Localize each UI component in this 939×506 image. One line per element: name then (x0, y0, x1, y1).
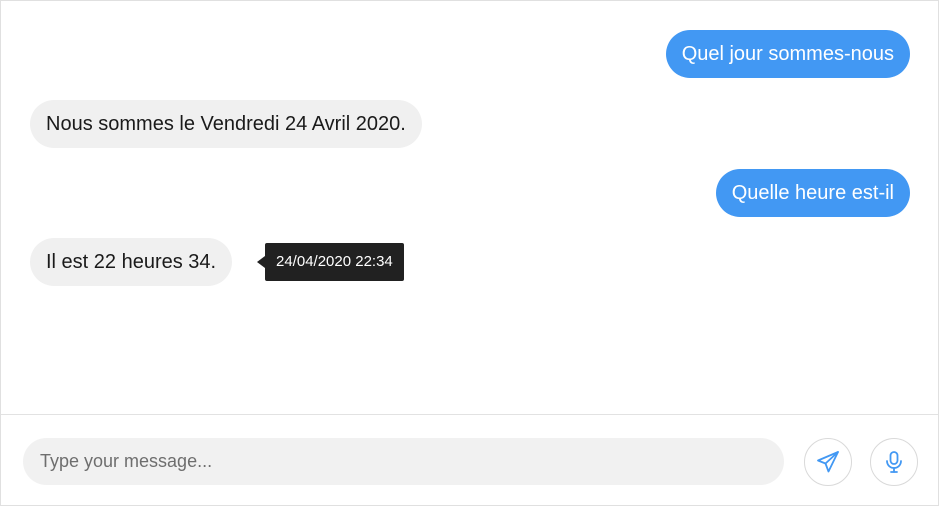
microphone-button[interactable] (870, 438, 918, 486)
paper-plane-icon (816, 450, 840, 474)
user-message-bubble: Quelle heure est-il (715, 169, 910, 217)
send-button[interactable] (804, 438, 852, 486)
message-list: Quel jour sommes-nous Nous sommes le Ven… (1, 1, 938, 415)
user-message-bubble: Quel jour sommes-nous (665, 30, 910, 78)
bot-message-bubble[interactable]: Il est 22 heures 34. (30, 238, 233, 286)
bot-message-bubble: Nous sommes le Vendredi 24 Avril 2020. (30, 100, 422, 148)
microphone-icon (883, 450, 905, 474)
message-composer (1, 416, 938, 505)
message-input[interactable] (23, 438, 784, 485)
chat-window: Quel jour sommes-nous Nous sommes le Ven… (0, 0, 939, 506)
timestamp-tooltip: 24/04/2020 22:34 (257, 243, 404, 281)
